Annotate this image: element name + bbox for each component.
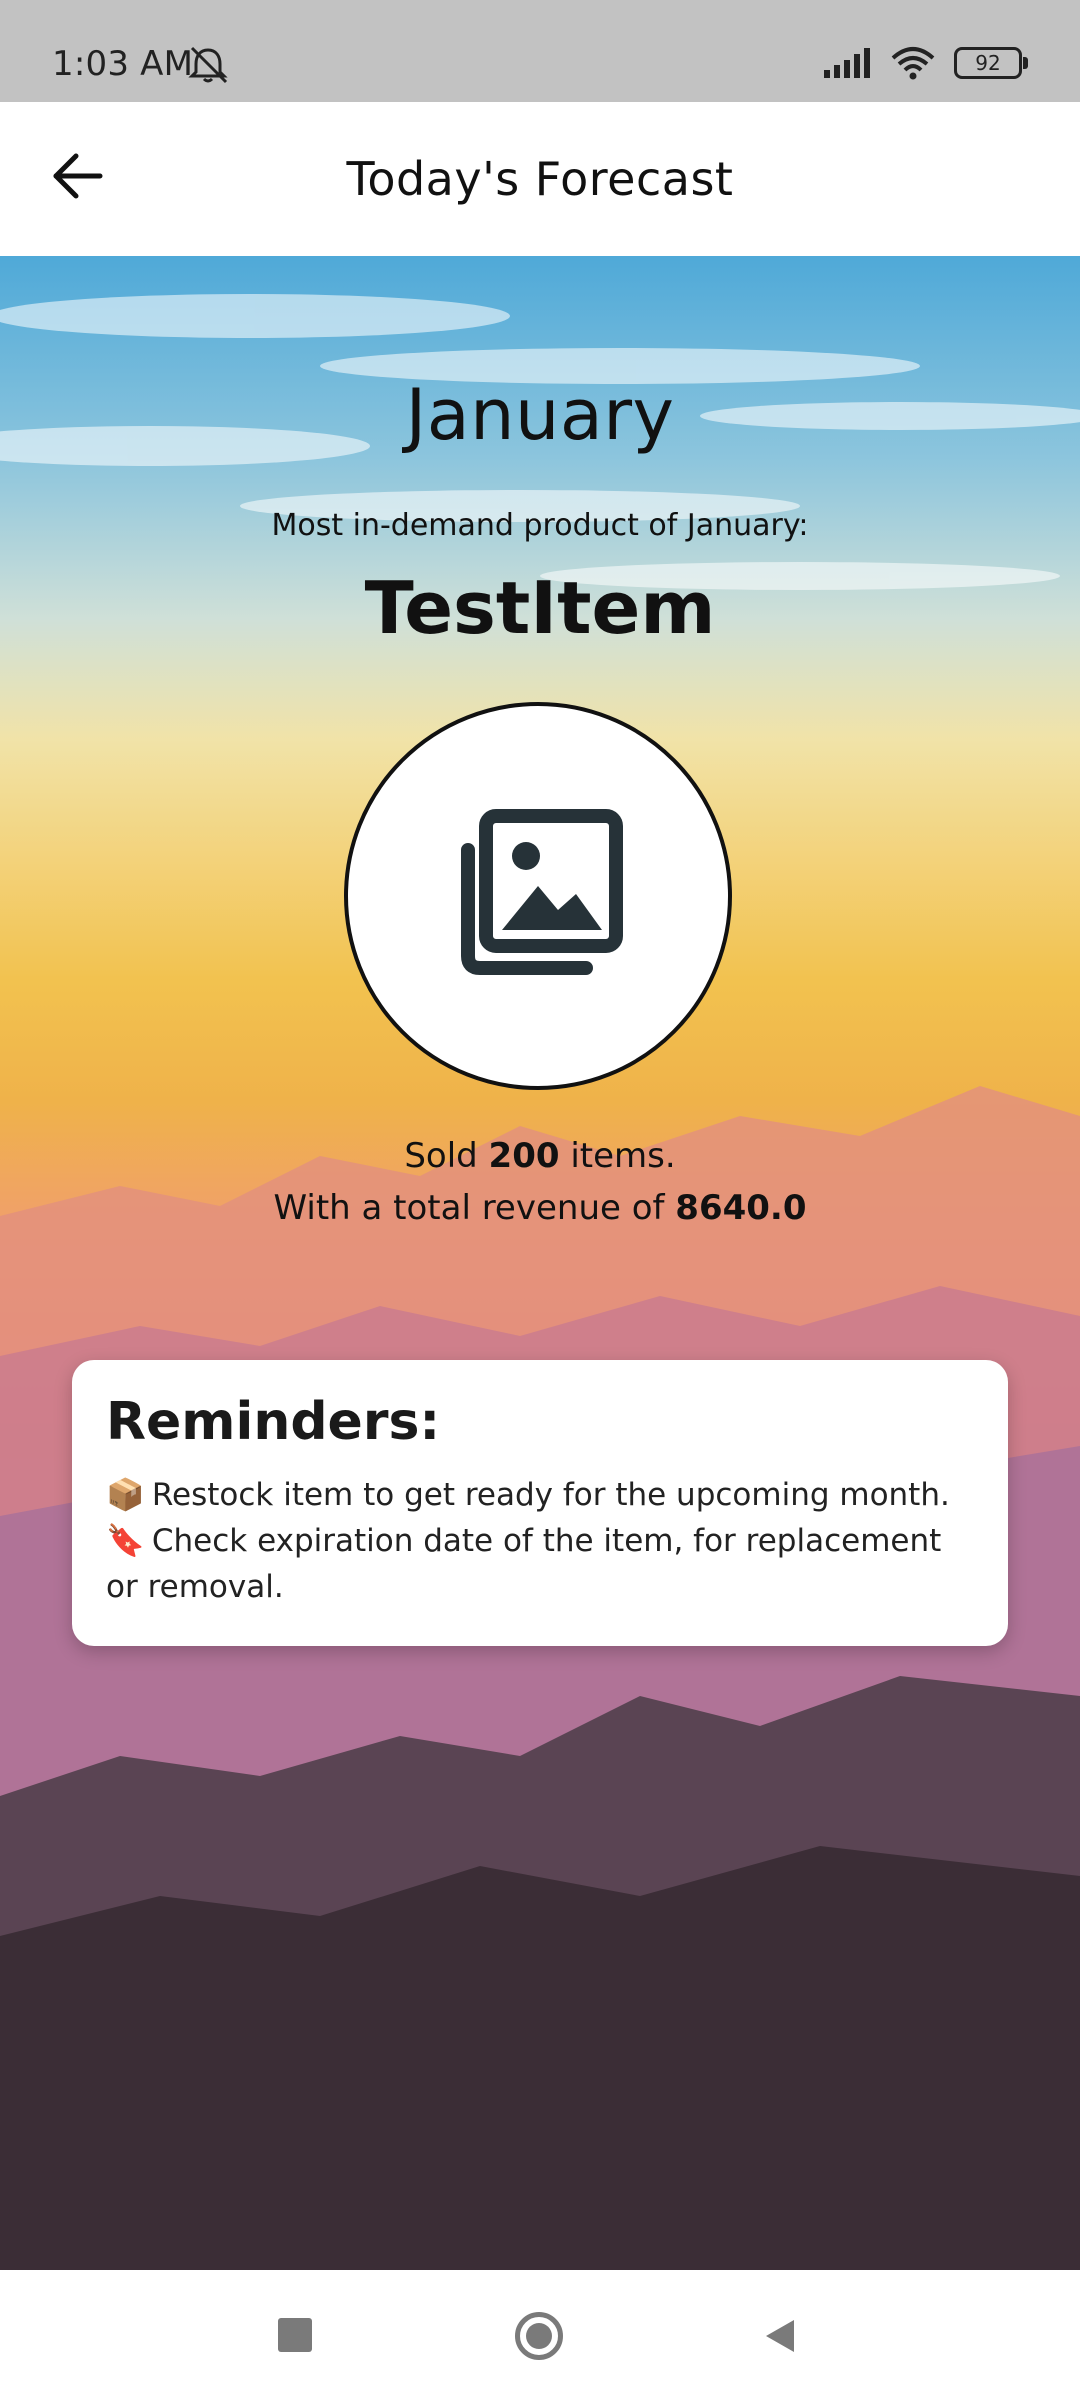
wifi-icon [891,47,935,80]
sold-suffix: items. [559,1136,676,1176]
status-bar: 1:03 AM 92 [0,0,1080,102]
sold-summary: Sold 200 items. [0,1136,1080,1176]
month-title: January [405,374,675,456]
image-placeholder-icon [461,809,623,975]
page-title: Today's Forecast [346,152,734,206]
sold-count: 200 [488,1136,560,1176]
battery-icon: 92 [954,47,1028,79]
reminder-item: 📦 Restock item to get ready for the upco… [106,1472,976,1518]
status-time: 1:03 AM [52,44,194,84]
revenue-summary: With a total revenue of 8640.0 [0,1188,1080,1228]
app-bar: Today's Forecast [0,102,1080,256]
battery-level: 92 [975,51,1001,75]
system-nav-bar [0,2270,1080,2400]
recents-square-icon[interactable] [278,2318,312,2352]
sold-prefix: Sold [404,1136,489,1176]
status-icons: 92 [822,46,1028,80]
bookmark-icon: 🔖 [106,1523,145,1559]
back-triangle-icon[interactable] [760,2316,800,2356]
reminders-title: Reminders: [106,1392,441,1452]
signal-icon [824,48,870,78]
reminder-text: Check expiration date of the item, for r… [106,1523,942,1605]
product-name: TestItem [364,566,716,650]
mountain-landscape-image [0,294,1080,2270]
reminder-item: 🔖 Check expiration date of the item, for… [106,1518,976,1610]
product-image [344,702,732,1090]
reminders-card: Reminders: 📦 Restock item to get ready f… [72,1360,1008,1646]
demand-label: Most in-demand product of January: [271,508,809,543]
revenue-prefix: With a total revenue of [273,1188,676,1228]
reminder-text: Restock item to get ready for the upcomi… [151,1477,950,1513]
package-icon: 📦 [106,1477,145,1513]
alarm-off-icon [188,46,228,84]
revenue-value: 8640.0 [675,1188,807,1228]
forecast-background [0,256,1080,2270]
home-circle-icon[interactable] [515,2312,563,2360]
